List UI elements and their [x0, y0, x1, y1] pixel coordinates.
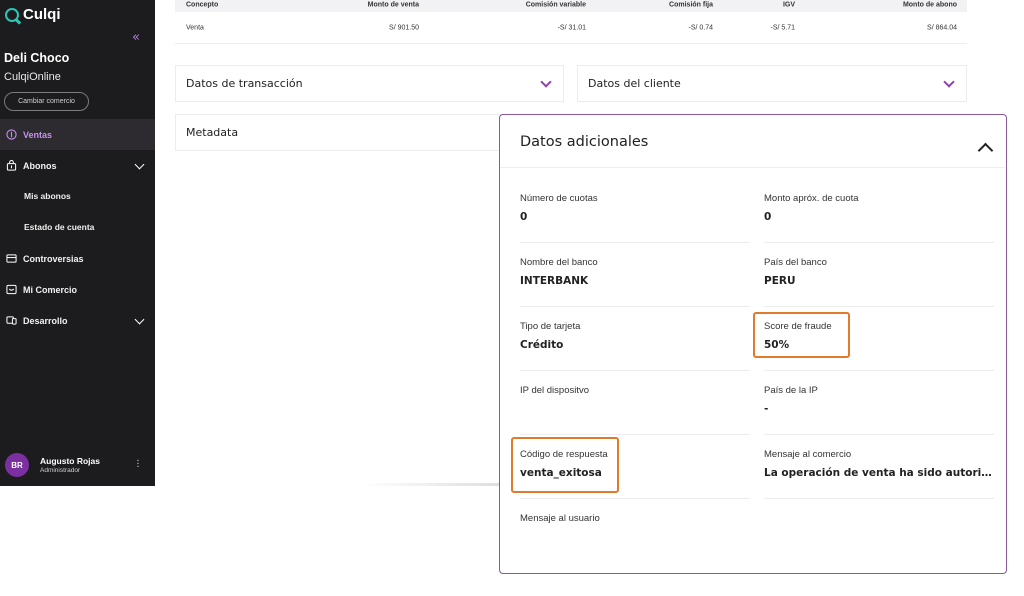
divider: [500, 167, 1005, 168]
highlight-box-codigo: [511, 437, 619, 493]
column-header: Monto de venta: [367, 1, 419, 9]
chevron-down-icon: [943, 76, 955, 88]
divider: [520, 434, 750, 435]
divider: [520, 242, 750, 243]
divider: [520, 306, 750, 307]
column-header: Comisión variable: [525, 1, 586, 9]
sidebar-subitem-mis-abonos[interactable]: Mis abonos: [24, 191, 71, 201]
field-value: 0: [764, 211, 772, 223]
column-header: IGV: [782, 1, 795, 9]
field-label: Mensaje al comercio: [764, 449, 852, 460]
divider: [764, 434, 994, 435]
column-header: Monto de abono: [902, 1, 957, 9]
field-value: La operación de venta ha sido autorizada…: [764, 467, 996, 479]
shadow-divider: [360, 483, 500, 486]
field-label: País del banco: [764, 257, 827, 268]
chevron-up-icon[interactable]: [977, 142, 994, 159]
field-label: País de la IP: [764, 385, 818, 396]
sidebar-item-abonos[interactable]: Abonos: [0, 150, 155, 181]
dollar-circle-icon: [6, 129, 17, 140]
accordion-datos-cliente[interactable]: Datos del cliente: [577, 65, 967, 102]
column-header: Comisión fija: [669, 1, 713, 9]
more-options-icon[interactable]: · · ·: [136, 457, 140, 473]
divider: [520, 498, 750, 499]
highlight-box-score: [753, 312, 850, 358]
chevron-down-icon: [134, 314, 145, 325]
sidebar-item-label: Ventas: [23, 129, 53, 140]
field-value: PERU: [764, 275, 796, 287]
sidebar-item-label: Desarrollo: [23, 315, 68, 326]
panel-title: Datos adicionales: [520, 134, 649, 150]
column-header: Concepto: [186, 1, 219, 9]
merchant-name: Deli Choco: [4, 51, 70, 65]
divider: [520, 370, 750, 371]
merchant-subtitle: CulqiOnline: [4, 71, 61, 83]
sidebar: Culqi « Deli Choco CulqiOnline Cambiar c…: [0, 0, 155, 486]
divider: [764, 242, 994, 243]
divider: [764, 498, 994, 499]
user-role: Administrador: [40, 467, 81, 474]
field-label: Nombre del banco: [520, 257, 598, 268]
collapse-sidebar-icon[interactable]: «: [132, 30, 140, 45]
summary-table-header: Concepto Monto de venta Comisión variabl…: [175, 0, 967, 12]
card-icon: [6, 254, 17, 263]
culqi-logo[interactable]: Culqi: [5, 6, 61, 23]
sidebar-item-label: Abonos: [23, 160, 57, 171]
accordion-datos-transaccion[interactable]: Datos de transacción: [175, 65, 564, 102]
brand-name: Culqi: [23, 6, 61, 23]
table-cell: -S/ 31.01: [557, 24, 586, 31]
user-name: Augusto Rojas: [40, 456, 100, 466]
sidebar-item-label: Mi Comercio: [23, 284, 78, 295]
field-value: 0: [520, 211, 528, 223]
store-icon: [6, 284, 17, 295]
divider: [764, 370, 994, 371]
table-cell: -S/ 0.74: [688, 24, 713, 31]
accordion-title: Metadata: [186, 126, 239, 139]
switch-merchant-button[interactable]: Cambiar comercio: [4, 92, 89, 111]
sidebar-item-mi-comercio[interactable]: Mi Comercio: [0, 274, 155, 305]
field-value: INTERBANK: [520, 275, 589, 287]
culqi-logo-icon: [5, 7, 19, 22]
table-row: Venta S/ 901.50 -S/ 31.01 -S/ 0.74 -S/ 5…: [175, 12, 967, 44]
table-cell: -S/ 5.71: [770, 24, 795, 31]
field-label: Tipo de tarjeta: [520, 321, 581, 332]
user-profile[interactable]: BR Augusto Rojas Administrador: [5, 453, 100, 477]
field-label: Monto apróx. de cuota: [764, 193, 859, 204]
field-value: -: [764, 403, 769, 415]
sidebar-item-controversias[interactable]: Controversias: [0, 243, 155, 274]
chevron-down-icon: [540, 76, 552, 88]
bag-icon: [6, 160, 17, 171]
accordion-title: Datos de transacción: [186, 77, 303, 90]
sidebar-item-label: Controversias: [23, 253, 84, 264]
sidebar-item-desarrollo[interactable]: Desarrollo: [0, 305, 155, 336]
avatar: BR: [5, 453, 29, 477]
table-cell: S/ 864.04: [927, 24, 957, 31]
table-cell: S/ 901.50: [389, 24, 419, 31]
divider: [764, 306, 994, 307]
field-label: IP del dispositvo: [520, 385, 590, 396]
sidebar-item-ventas[interactable]: Ventas: [0, 119, 155, 150]
sidebar-subitem-estado-cuenta[interactable]: Estado de cuenta: [24, 222, 94, 232]
datos-adicionales-panel: Datos adicionales Número de cuotas 0 Mon…: [499, 114, 1007, 574]
accordion-metadata[interactable]: Metadata: [175, 114, 505, 151]
field-label: Mensaje al usuario: [520, 513, 600, 524]
devices-icon: [6, 316, 17, 325]
field-value: Crédito: [520, 339, 564, 351]
field-label: Número de cuotas: [520, 193, 598, 204]
table-cell: Venta: [186, 24, 204, 31]
chevron-down-icon: [134, 159, 145, 170]
accordion-title: Datos del cliente: [588, 77, 681, 90]
